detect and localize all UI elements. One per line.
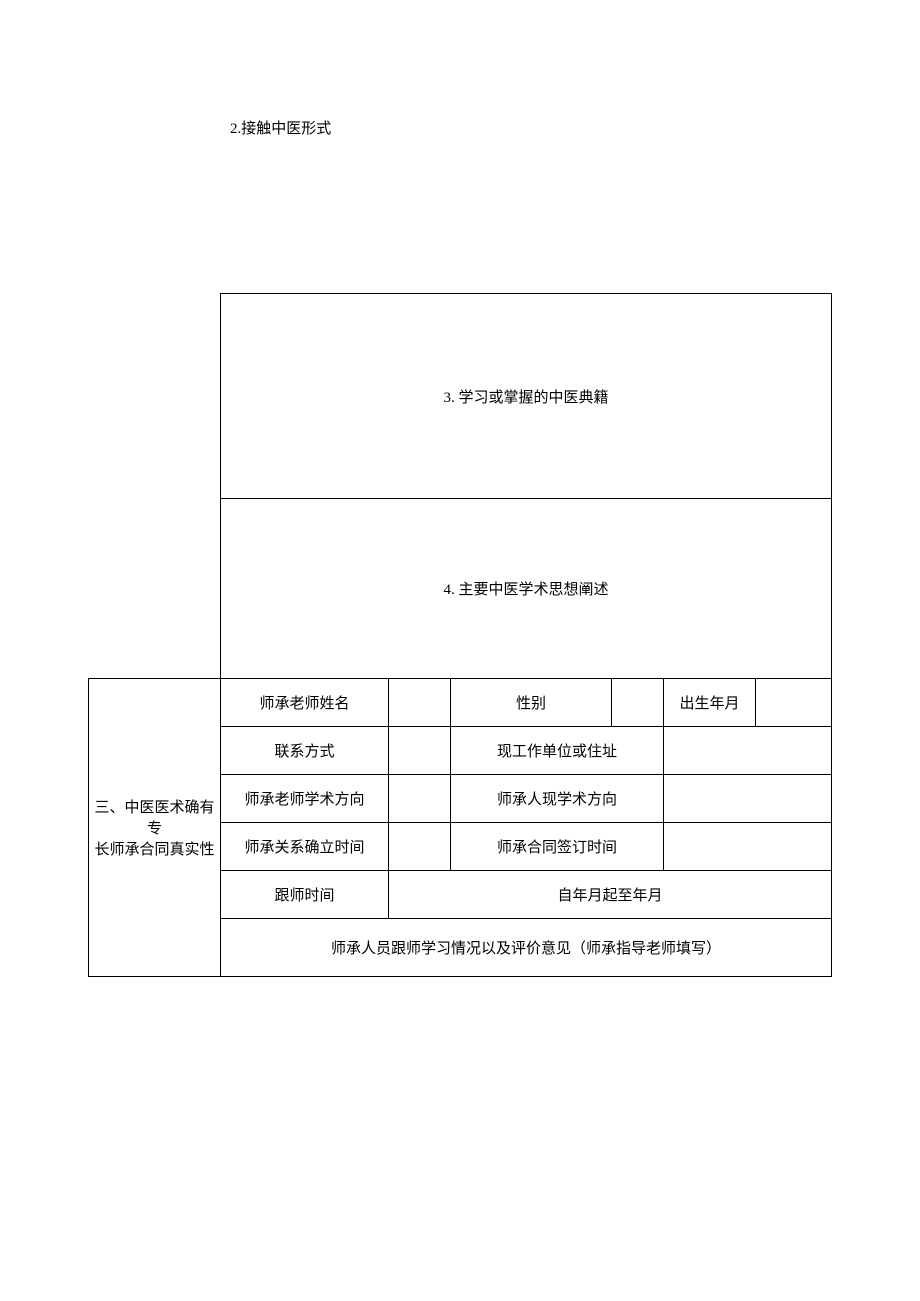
gender-value[interactable] (612, 679, 664, 727)
contract-time-label: 师承合同签订时间 (451, 823, 664, 871)
student-direction-label: 师承人现学术方向 (451, 775, 664, 823)
follow-time-value[interactable]: 自年月起至年月 (389, 871, 832, 919)
follow-time-label: 跟师时间 (221, 871, 389, 919)
section2-label-cell-b (89, 499, 221, 679)
item-3-cell: 3. 学习或掌握的中医典籍 (221, 294, 832, 499)
section3-title-line1: 三、中医医术确有专 (91, 796, 218, 838)
relation-time-value[interactable] (389, 823, 451, 871)
birth-value[interactable] (756, 679, 832, 727)
teacher-name-label: 师承老师姓名 (221, 679, 389, 727)
student-direction-value[interactable] (664, 775, 832, 823)
contact-value[interactable] (389, 727, 451, 775)
workplace-value[interactable] (664, 727, 832, 775)
relation-time-label: 师承关系确立时间 (221, 823, 389, 871)
item-4-cell: 4. 主要中医学术思想阐述 (221, 499, 832, 679)
teacher-name-value[interactable] (389, 679, 451, 727)
section2-label-cell-a (89, 294, 221, 499)
gender-label: 性别 (451, 679, 612, 727)
workplace-label: 现工作单位或住址 (451, 727, 664, 775)
section3-title: 三、中医医术确有专 长师承合同真实性 (89, 679, 221, 977)
contract-time-value[interactable] (664, 823, 832, 871)
section3-title-line2: 长师承合同真实性 (91, 838, 218, 859)
form-table: 3. 学习或掌握的中医典籍 4. 主要中医学术思想阐述 三、中医医术确有专 长师… (88, 293, 832, 977)
teacher-direction-value[interactable] (389, 775, 451, 823)
evaluation-header: 师承人员跟师学习情况以及评价意见（师承指导老师填写） (221, 919, 832, 977)
contact-label: 联系方式 (221, 727, 389, 775)
teacher-direction-label: 师承老师学术方向 (221, 775, 389, 823)
birth-label: 出生年月 (664, 679, 756, 727)
item-2-label: 2.接触中医形式 (230, 117, 331, 138)
